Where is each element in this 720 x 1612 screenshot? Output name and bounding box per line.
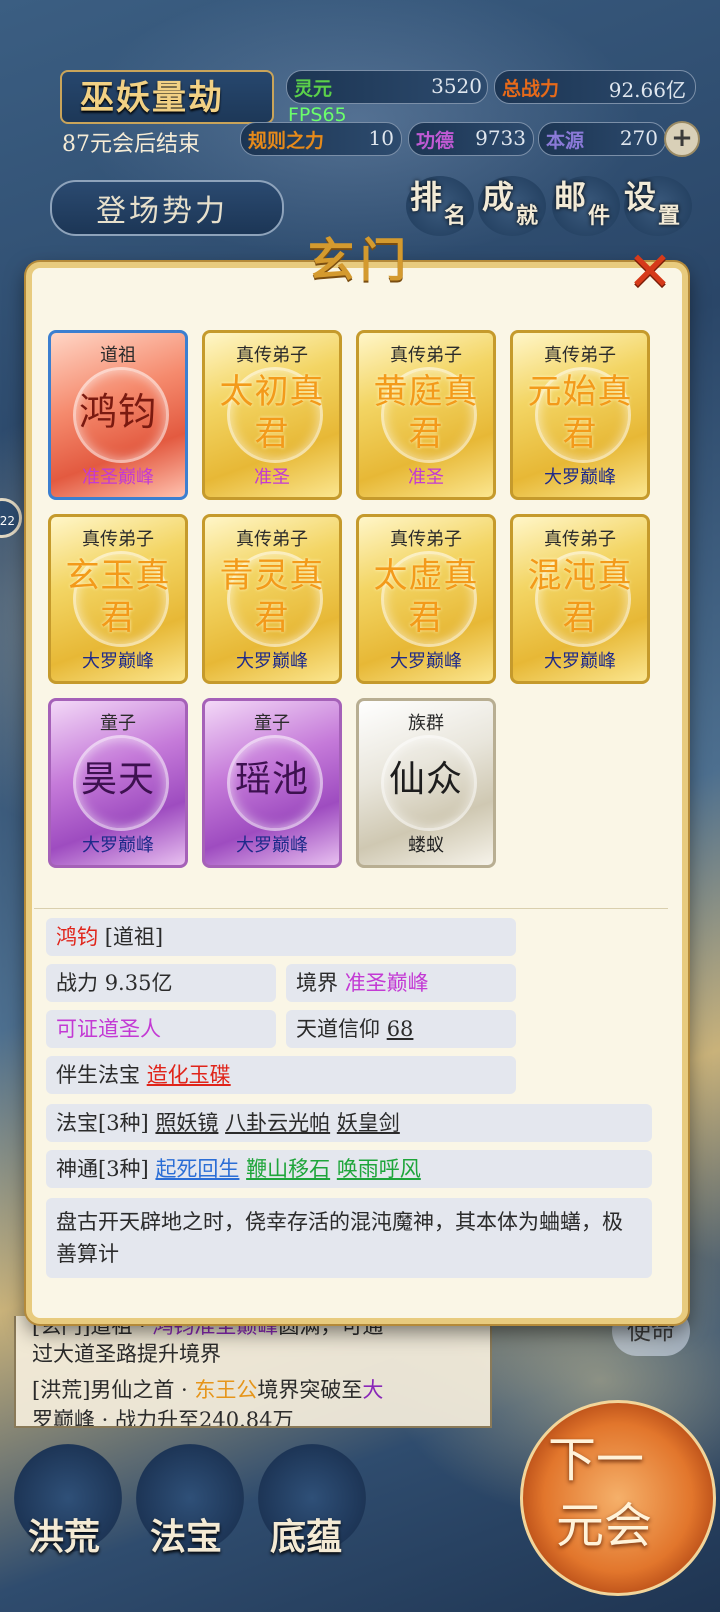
member-card[interactable]: 真传弟子太初真君准圣: [202, 330, 342, 500]
saint-row: 可证道圣人: [46, 1010, 276, 1048]
bottom-nav-fabao-label: 法宝: [150, 1516, 223, 1558]
member-card[interactable]: 道祖 鸿钧 准圣巅峰: [48, 330, 188, 500]
card-realm: 大罗巅峰: [544, 467, 616, 488]
member-card[interactable]: 族群 仙众 蝼蚁: [356, 698, 496, 868]
artifact-row: 伴生法宝 造化玉碟: [46, 1056, 516, 1094]
card-rank: 真传弟子: [82, 529, 154, 550]
treasures-row: 法宝[3种] 照妖镜 八卦云光帕 妖皇剑: [46, 1104, 652, 1142]
next-epoch-label-a: 下一: [548, 1432, 645, 1488]
card-realm: 准圣: [408, 467, 444, 488]
realm-row-label: 境界: [296, 971, 338, 995]
detail-description: 盘古开天辟地之时，侥幸存活的混沌魔神，其本体为蛐蟮，极善算计: [46, 1198, 652, 1278]
faith-row-value[interactable]: 68: [387, 1017, 414, 1041]
card-realm: 大罗巅峰: [544, 651, 616, 672]
page-title: 巫妖量劫: [80, 78, 224, 118]
card-realm: 大罗巅峰: [82, 651, 154, 672]
detail-title: [道祖]: [104, 925, 164, 949]
event-log: [玄门]道祖 · 鸿钧准圣巅峰圆满，可通 过大道圣路提升境界 [洪荒]男仙之首 …: [14, 1316, 492, 1428]
power-row: 战力 9.35亿: [46, 964, 276, 1002]
card-realm: 大罗巅峰: [82, 835, 154, 856]
close-icon[interactable]: ✕: [622, 245, 678, 299]
card-name: 混沌真君: [527, 556, 633, 638]
power-value: 92.66亿: [608, 78, 686, 102]
member-card[interactable]: 真传弟子混沌真君大罗巅峰: [510, 514, 650, 684]
card-rank: 真传弟子: [544, 529, 616, 550]
treasure-link[interactable]: 八卦云光帕: [225, 1111, 330, 1135]
card-name: 太初真君: [219, 372, 325, 454]
ranking-label-a: 排: [410, 178, 443, 216]
card-rank: 童子: [254, 713, 290, 734]
log-line-4: 罗巅峰 · 战力升至240.84万: [32, 1408, 294, 1428]
achievement-label-a: 成: [482, 178, 515, 216]
mail-label-a: 邮: [554, 178, 587, 216]
card-rank: 族群: [408, 713, 444, 734]
card-realm: 蝼蚁: [408, 835, 444, 856]
merit-label: 功德: [416, 130, 455, 152]
card-realm: 大罗巅峰: [236, 651, 308, 672]
next-epoch-label-b: 元会: [556, 1498, 653, 1554]
rules-label: 规则之力: [248, 130, 325, 152]
origin-value: 270: [619, 126, 658, 150]
rules-value: 10: [368, 126, 394, 150]
card-name: 太虚真君: [373, 556, 479, 638]
member-card[interactable]: 真传弟子玄玉真君大罗巅峰: [48, 514, 188, 684]
log-line-2: 过大道圣路提升境界: [32, 1342, 221, 1366]
treasure-link[interactable]: 妖皇剑: [337, 1111, 400, 1135]
card-realm: 准圣: [254, 467, 290, 488]
realm-row: 境界 准圣巅峰: [286, 964, 516, 1002]
merit-value: 9733: [475, 126, 526, 150]
settings-label-a: 设: [624, 178, 657, 216]
log-line-3: [洪荒]男仙之首 · 东王公境界突破至大: [32, 1378, 384, 1402]
skills-row: 神通[3种] 起死回生 鞭山移石 唤雨呼风: [46, 1150, 652, 1188]
bottom-nav-diyun-label: 底蕴: [270, 1516, 343, 1558]
card-realm: 准圣巅峰: [82, 467, 154, 488]
power-label: 总战力: [502, 78, 560, 100]
skill-link[interactable]: 鞭山移石: [246, 1157, 330, 1181]
power-row-label: 战力: [56, 971, 98, 995]
card-rank: 真传弟子: [544, 345, 616, 366]
card-realm: 大罗巅峰: [390, 651, 462, 672]
member-card[interactable]: 真传弟子黄庭真君准圣: [356, 330, 496, 500]
treasures-row-label: 法宝[3种]: [56, 1111, 149, 1135]
skill-link[interactable]: 起死回生: [155, 1157, 239, 1181]
add-origin-button[interactable]: +: [664, 121, 700, 157]
member-card[interactable]: 真传弟子太虚真君大罗巅峰: [356, 514, 496, 684]
artifact-link[interactable]: 造化玉碟: [147, 1063, 231, 1087]
card-rank: 真传弟子: [390, 529, 462, 550]
lingyuan-value: 3520: [431, 74, 482, 98]
member-card[interactable]: 童子 瑶池 大罗巅峰: [202, 698, 342, 868]
bottom-nav-honghuang-label: 洪荒: [28, 1516, 101, 1558]
skill-link[interactable]: 唤雨呼风: [337, 1157, 421, 1181]
card-rank: 童子: [100, 713, 136, 734]
faith-row: 天道信仰 68: [286, 1010, 516, 1048]
card-rank: 道祖: [100, 345, 136, 366]
artifact-row-label: 伴生法宝: [56, 1063, 140, 1087]
card-rank: 真传弟子: [390, 345, 462, 366]
card-name: 元始真君: [527, 372, 633, 454]
card-name: 昊天: [80, 759, 155, 800]
card-name: 玄玉真君: [65, 556, 171, 638]
countdown-text: 87元会后结束: [62, 132, 200, 157]
detail-name: 鸿钧: [56, 925, 98, 949]
card-name: 瑶池: [234, 759, 309, 800]
member-card[interactable]: 真传弟子青灵真君大罗巅峰: [202, 514, 342, 684]
member-card[interactable]: 真传弟子元始真君大罗巅峰: [510, 330, 650, 500]
lingyuan-label: 灵元: [294, 78, 333, 100]
realm-row-value: 准圣巅峰: [344, 971, 429, 995]
card-name: 鸿钧: [78, 390, 157, 434]
card-name: 黄庭真君: [373, 372, 479, 454]
modal-title: 玄门: [308, 233, 412, 287]
card-rank: 真传弟子: [236, 529, 308, 550]
card-name: 青灵真君: [219, 556, 325, 638]
detail-name-row: 鸿钧 [道祖]: [46, 918, 516, 956]
treasure-link[interactable]: 照妖镜: [155, 1111, 218, 1135]
origin-label: 本源: [546, 130, 585, 152]
faith-row-label: 天道信仰: [296, 1017, 380, 1041]
card-realm: 大罗巅峰: [236, 835, 308, 856]
card-name: 仙众: [388, 759, 463, 800]
card-rank: 真传弟子: [236, 345, 308, 366]
power-row-value: 9.35亿: [104, 971, 173, 995]
skills-row-label: 神通[3种]: [56, 1157, 149, 1181]
member-card[interactable]: 童子 昊天 大罗巅峰: [48, 698, 188, 868]
